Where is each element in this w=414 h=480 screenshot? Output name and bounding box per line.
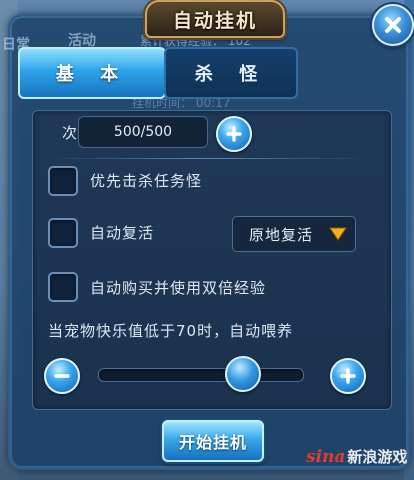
auto-revive-checkbox[interactable] [48, 218, 78, 248]
tab-basic[interactable]: 基 本 [18, 47, 166, 99]
tab-basic-label: 基 本 [55, 64, 129, 85]
plus-icon [226, 126, 242, 142]
plus-icon [340, 368, 356, 384]
sina-logo: sina [306, 446, 346, 467]
dialog-title-plate: 自动挂机 [145, 0, 285, 38]
revive-mode-value: 原地复活 [249, 225, 314, 244]
revive-mode-select[interactable]: 原地复活 [232, 216, 356, 252]
minus-icon [54, 374, 70, 378]
pet-threshold-slider-track[interactable] [98, 368, 304, 382]
pet-threshold-increase-button[interactable] [330, 358, 366, 394]
tab-kill-monsters-label: 杀 怪 [194, 64, 268, 85]
priority-task-monster-checkbox[interactable] [48, 166, 78, 196]
close-icon [385, 17, 401, 33]
count-value: 500/500 [113, 124, 173, 140]
watermark-text: 新浪游戏 [347, 448, 408, 466]
pet-threshold-decrease-button[interactable] [44, 358, 80, 394]
close-button[interactable] [372, 4, 414, 46]
dialog-title: 自动挂机 [172, 9, 257, 32]
divider [50, 158, 366, 159]
auto-buy-double-exp-label: 自动购买并使用双倍经验 [90, 279, 267, 297]
triangle-down-icon [329, 227, 347, 241]
count-field[interactable]: 500/500 [78, 116, 208, 148]
start-auto-battle-label: 开始挂机 [178, 433, 247, 452]
priority-task-monster-label: 优先击杀任务怪 [90, 172, 203, 190]
sina-watermark: sina 新浪游戏 [306, 446, 407, 467]
start-auto-battle-button[interactable]: 开始挂机 [162, 420, 264, 462]
auto-buy-double-exp-checkbox[interactable] [48, 272, 78, 302]
pet-threshold-slider-handle[interactable] [224, 356, 261, 392]
auto-revive-label: 自动复活 [90, 224, 155, 242]
count-add-button[interactable] [216, 116, 252, 152]
pet-feed-text: 当宠物快乐值低于70时，自动喂养 [48, 322, 294, 340]
tab-kill-monsters[interactable]: 杀 怪 [164, 47, 298, 99]
